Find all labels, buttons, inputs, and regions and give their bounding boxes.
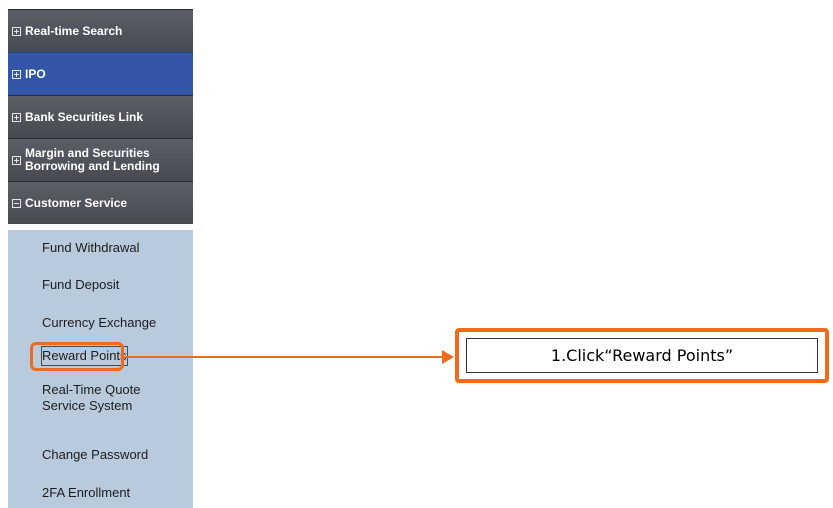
sidebar-menu: Real-time Search IPO Bank Securities Lin… [8,0,193,508]
pointer-arrow-line [124,356,443,358]
category-label: IPO [25,66,46,81]
menu-item-label-line1: Real-Time Quote [42,382,141,397]
category-bank-securities-link[interactable]: Bank Securities Link [8,95,193,138]
collapse-minus-icon [12,198,21,208]
expand-plus-icon [12,69,21,79]
category-label: Margin and Securities Borrowing and Lend… [25,147,160,173]
sidebar-top-border [8,0,193,9]
category-ipo[interactable]: IPO [8,52,193,95]
callout-text: 1.Click“Reward Points” [466,338,818,373]
category-real-time-search[interactable]: Real-time Search [8,9,193,52]
menu-item-fund-withdrawal[interactable]: Fund Withdrawal [42,240,140,256]
menu-item-fund-deposit[interactable]: Fund Deposit [42,277,119,293]
arrow-right-icon [442,350,454,364]
instruction-callout: 1.Click“Reward Points” [455,328,829,383]
category-label-line1: Margin and Securities [25,146,150,160]
category-margin-securities[interactable]: Margin and Securities Borrowing and Lend… [8,138,193,181]
expand-plus-icon [12,26,21,36]
expand-plus-icon [12,112,21,122]
menu-item-label-line2: Service System [42,398,133,413]
category-label: Customer Service [25,195,128,210]
category-label: Real-time Search [25,23,123,38]
menu-item-2fa-enrollment[interactable]: 2FA Enrollment [42,485,130,501]
category-list: Real-time Search IPO Bank Securities Lin… [8,9,193,224]
category-label-line2: Borrowing and Lending [25,159,160,173]
category-customer-service[interactable]: Customer Service [8,181,193,224]
highlight-ring [30,342,124,371]
menu-item-real-time-quote[interactable]: Real-Time Quote Service System [42,382,141,414]
category-label: Bank Securities Link [25,109,144,124]
menu-item-change-password[interactable]: Change Password [42,447,148,463]
expand-plus-icon [12,155,21,165]
menu-item-currency-exchange[interactable]: Currency Exchange [42,315,156,331]
